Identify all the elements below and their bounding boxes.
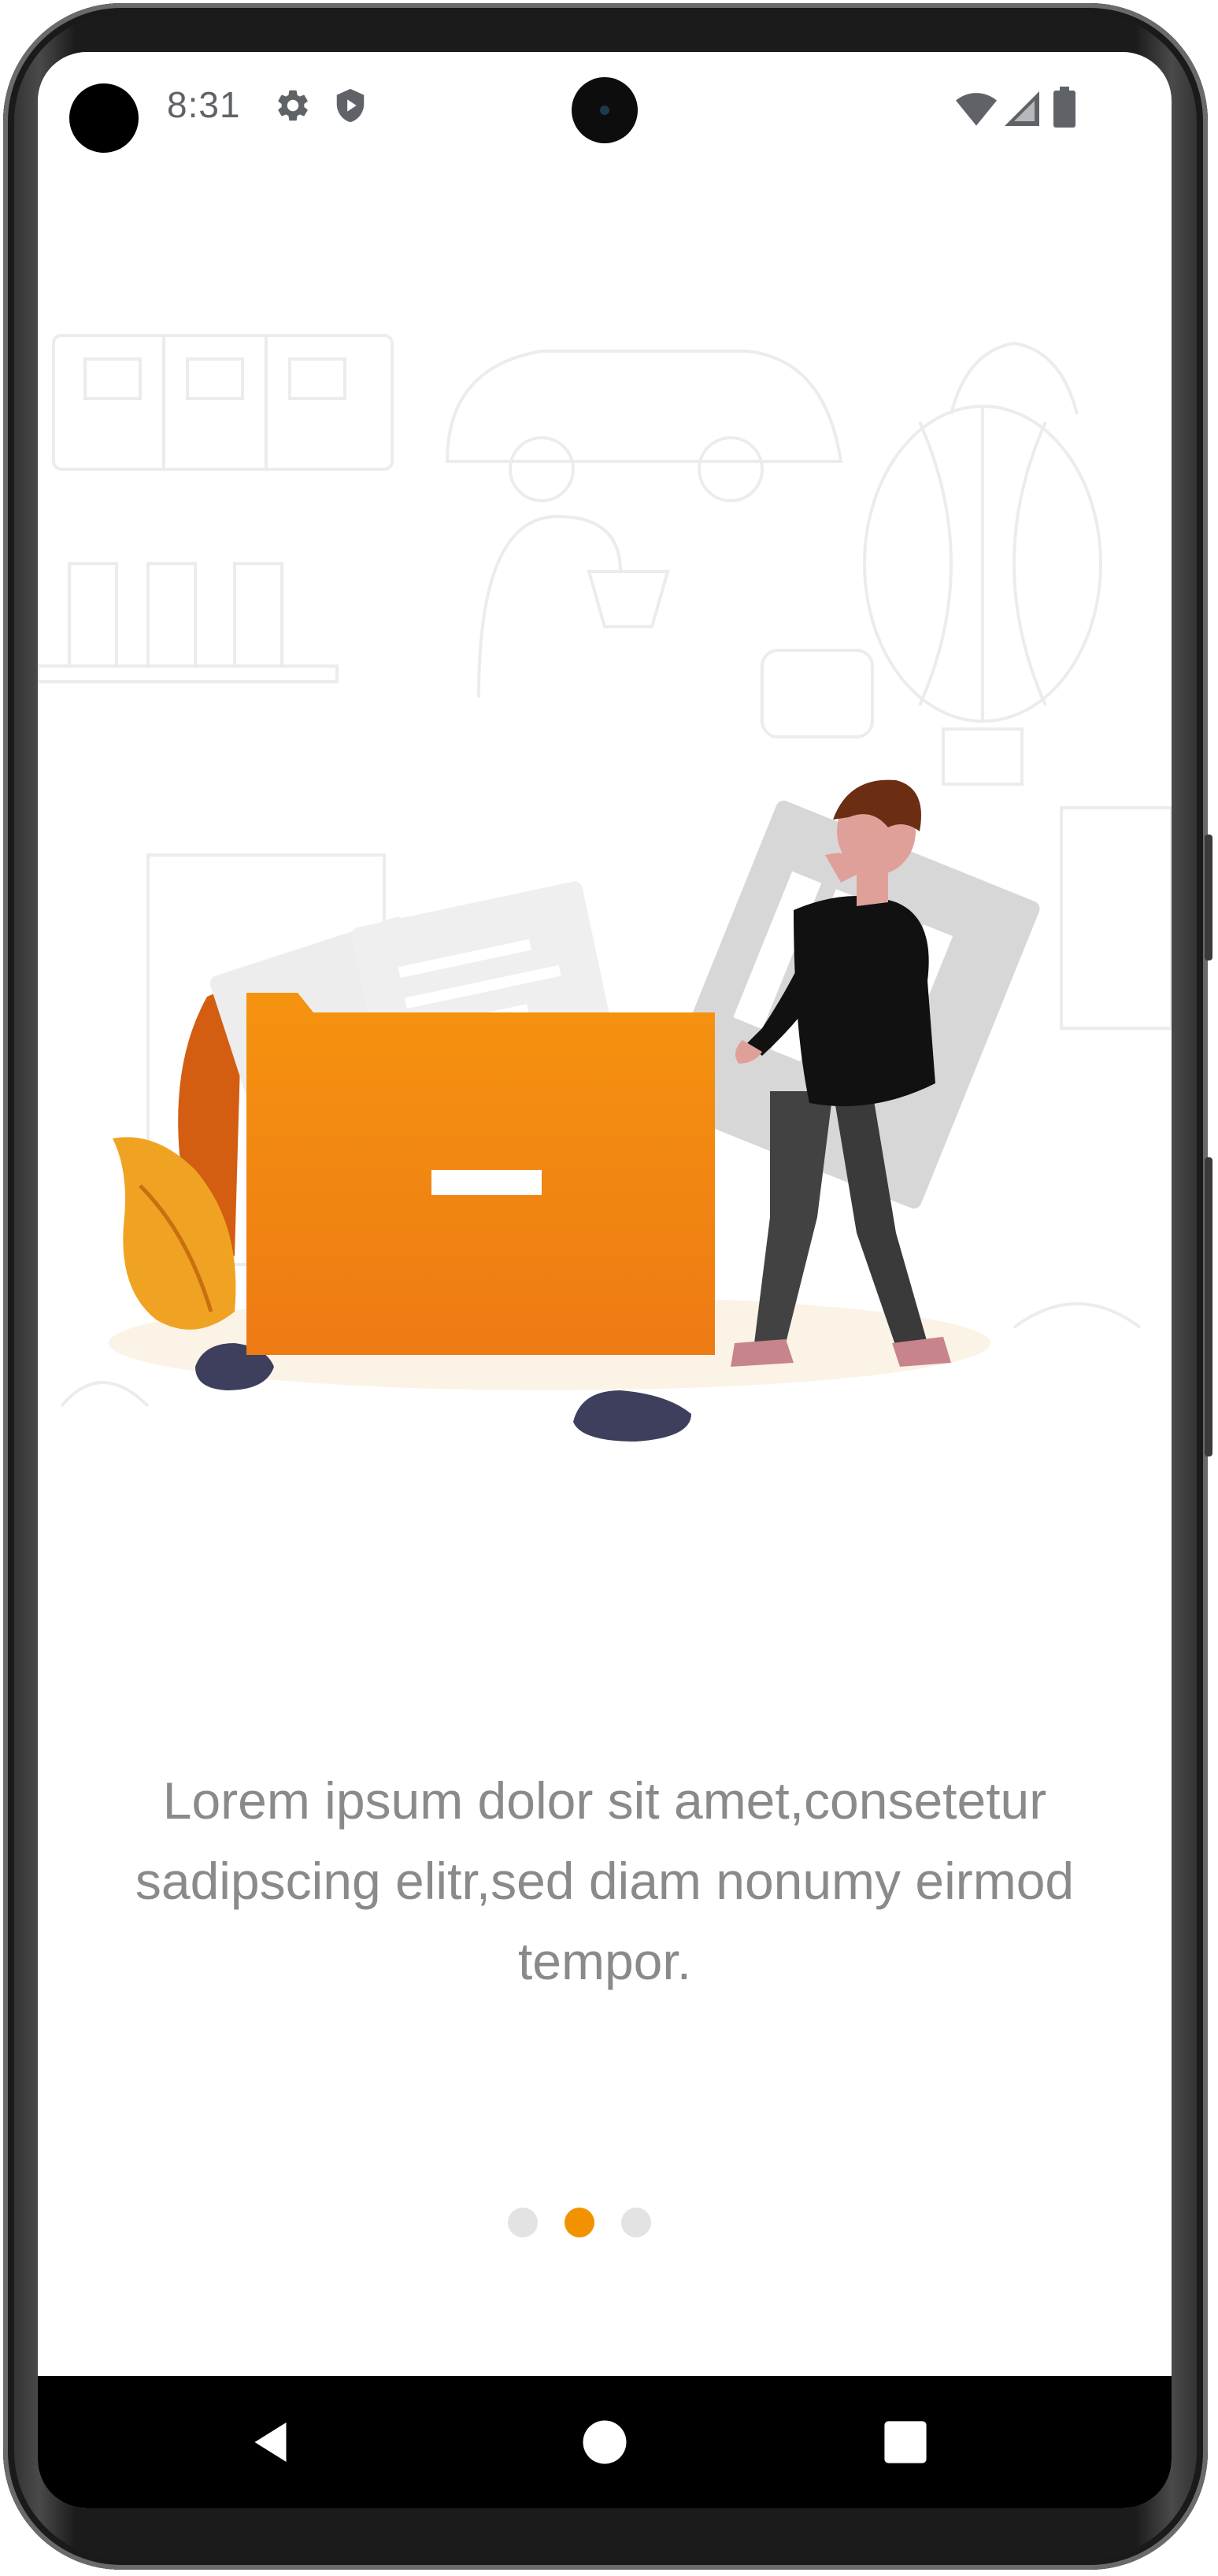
settings-icon — [278, 90, 308, 121]
navigation-bar — [38, 2376, 1172, 2508]
recents-button[interactable] — [872, 2409, 938, 2475]
page-dot-1[interactable] — [508, 2208, 538, 2237]
power-button — [1205, 1157, 1212, 1456]
signal-icon — [1005, 91, 1039, 126]
wifi-icon — [956, 93, 997, 126]
home-button[interactable] — [572, 2409, 638, 2475]
onboarding-description: Lorem ipsum dolor sit amet,consetetur sa… — [135, 1771, 1075, 1990]
status-bar: 8:31 — [38, 52, 1172, 162]
battery-icon — [1053, 87, 1075, 128]
page-dot-3[interactable] — [621, 2208, 651, 2237]
back-icon — [254, 2422, 287, 2462]
person-filing-documents-illustration — [109, 779, 1040, 1442]
home-icon — [583, 2420, 627, 2464]
folder — [246, 993, 715, 1355]
device-stage: 8:31 Lorem ipsum dolor sit amet,consetet… — [0, 0, 1218, 2576]
shield-icon — [336, 88, 365, 123]
volume-button — [1205, 835, 1212, 960]
notification-dot — [69, 83, 139, 153]
rock-right — [573, 1390, 691, 1442]
page-dot-2-active[interactable] — [565, 2208, 594, 2237]
front-camera — [572, 77, 638, 143]
page-indicator — [38, 2208, 1146, 2239]
back-button[interactable] — [239, 2409, 305, 2475]
screen: 8:31 Lorem ipsum dolor sit amet,consetet… — [38, 52, 1172, 2508]
recents-icon — [884, 2421, 927, 2463]
status-time: 8:31 — [167, 84, 241, 125]
